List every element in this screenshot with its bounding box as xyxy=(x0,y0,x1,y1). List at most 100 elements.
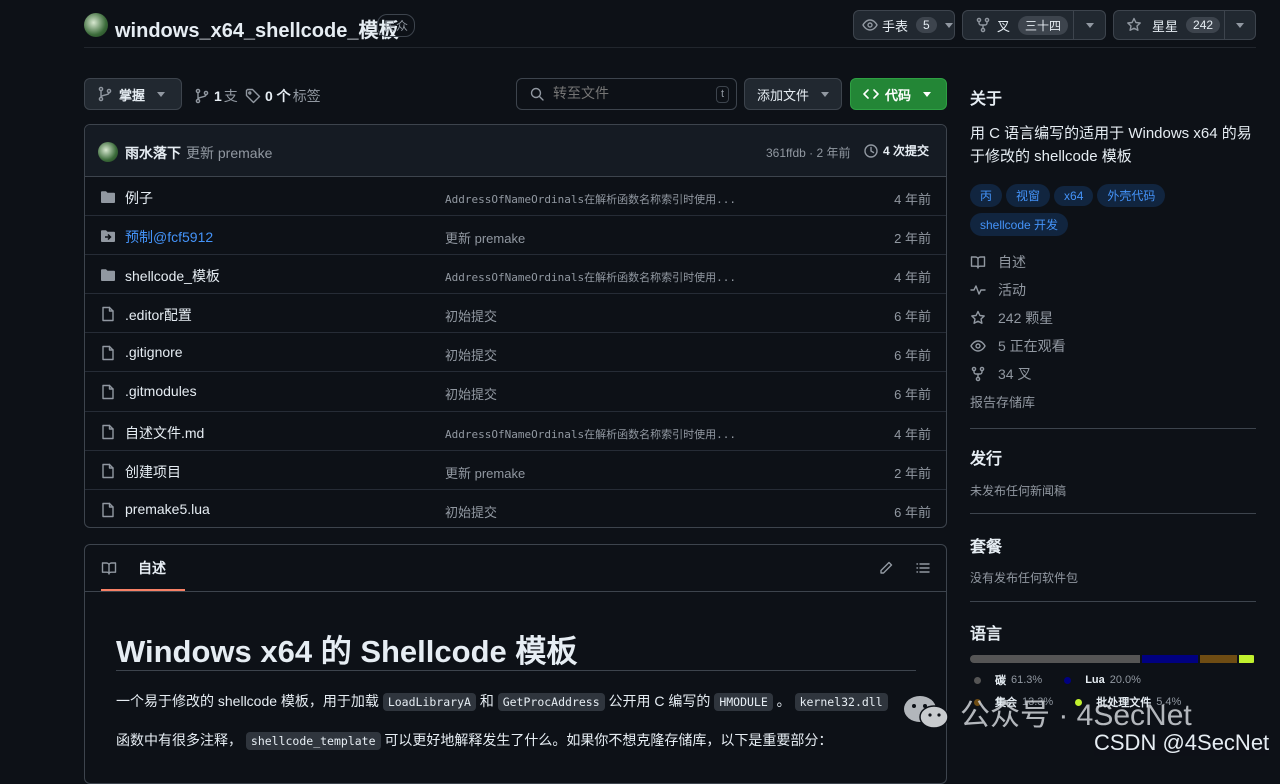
watch-button[interactable]: 手表 5 xyxy=(853,10,955,40)
file-name[interactable]: 自述文件.md xyxy=(125,423,204,443)
commit-hash-time[interactable]: 361ffdb · 2 年前 xyxy=(766,144,851,161)
sidebar-link[interactable]: 自述 xyxy=(970,252,1026,272)
chevron-down-icon xyxy=(944,22,953,28)
topic-tag[interactable]: x64 xyxy=(1054,186,1094,206)
topic-tag[interactable]: 视窗 xyxy=(1006,184,1051,207)
file-commit-message[interactable]: 初始提交 xyxy=(445,502,497,521)
file-row[interactable]: .editor配置 初始提交 6 年前 xyxy=(85,294,946,334)
code-button[interactable]: 代码 xyxy=(850,78,947,110)
file-commit-message[interactable]: 初始提交 xyxy=(445,345,497,364)
commit-message[interactable]: 更新 premake xyxy=(186,143,272,163)
topic-tag[interactable]: shellcode 开发 xyxy=(970,213,1069,236)
file-row[interactable]: shellcode_模板 AddressOfNameOrdinals在解析函数名称… xyxy=(85,255,946,295)
repo-avatar[interactable] xyxy=(84,13,108,37)
code-hmodule: HMODULE xyxy=(714,693,773,711)
file-commit-message[interactable]: AddressOfNameOrdinals在解析函数名称索引时使用... xyxy=(445,191,736,207)
language-percent: 20.0% xyxy=(1109,674,1141,686)
eye-icon xyxy=(970,340,986,352)
branch-selector[interactable]: 掌握 xyxy=(84,78,182,110)
file-row[interactable]: 创建项目 更新 premake 2 年前 xyxy=(85,451,946,490)
add-file-label: 添加文件 xyxy=(757,87,810,103)
branches-link[interactable]: 1 支 xyxy=(194,86,238,106)
branch-icon xyxy=(98,86,112,102)
file-commit-message[interactable]: AddressOfNameOrdinals在解析函数名称索引时使用... xyxy=(445,426,736,442)
eye-icon xyxy=(862,19,878,31)
sidebar-link[interactable]: 242 颗星 xyxy=(970,308,1053,328)
sidebar-link-label: 自述 xyxy=(998,254,1026,270)
file-row[interactable]: 自述文件.md AddressOfNameOrdinals在解析函数名称索引时使用… xyxy=(85,412,946,451)
file-commit-message[interactable]: 初始提交 xyxy=(445,306,497,325)
file-row[interactable]: .gitignore 初始提交 6 年前 xyxy=(85,333,946,373)
file-commit-time: 4 年前 xyxy=(894,192,931,207)
outline-icon[interactable] xyxy=(915,560,931,576)
file-name[interactable]: shellcode_模板 xyxy=(125,266,220,286)
search-input[interactable] xyxy=(551,84,705,102)
fork-icon xyxy=(971,366,985,382)
file-name[interactable]: .gitmodules xyxy=(125,383,197,399)
fork-button[interactable]: 叉 三十四 xyxy=(962,10,1106,40)
file-icon xyxy=(102,385,114,400)
author-avatar[interactable] xyxy=(98,142,118,162)
p1-text-d: 。 xyxy=(776,693,791,709)
sidebar-link[interactable]: 5 正在观看 xyxy=(970,336,1066,356)
sidebar-link[interactable]: 活动 xyxy=(970,280,1026,300)
language-bar-segment xyxy=(1142,655,1199,663)
readme-tab[interactable]: 自述 xyxy=(85,545,185,591)
file-commit-message[interactable]: AddressOfNameOrdinals在解析函数名称索引时使用... xyxy=(445,269,736,285)
file-icon xyxy=(102,307,114,322)
file-name[interactable]: 预制@fcf5912 xyxy=(125,227,213,247)
wechat-watermark-text: 公众号 · 4SecNet xyxy=(960,699,1192,732)
submodule-icon xyxy=(101,230,115,243)
edit-icon[interactable] xyxy=(878,560,894,576)
releases-title[interactable]: 发行 xyxy=(970,445,1002,469)
add-file-button[interactable]: 添加文件 xyxy=(744,78,842,110)
fork-label: 叉 xyxy=(997,18,1011,34)
tags-link[interactable]: 0 个 标签 xyxy=(245,86,321,106)
file-name[interactable]: .gitignore xyxy=(125,344,183,360)
topic-tag[interactable]: 外壳代码 xyxy=(1097,184,1166,207)
commits-link[interactable]: 4 次提交 xyxy=(863,142,929,159)
go-to-file-search[interactable]: t xyxy=(516,78,737,110)
file-name[interactable]: 创建项目 xyxy=(125,462,181,482)
readme-tab-label: 自述 xyxy=(138,560,166,576)
file-row[interactable]: premake5.lua 初始提交 6 年前 xyxy=(85,490,946,527)
chevron-down-icon[interactable] xyxy=(1086,23,1094,28)
star-label: 星星 xyxy=(1152,18,1179,34)
csdn-watermark: CSDN @4SecNet xyxy=(1094,730,1270,756)
file-commit-time: 4 年前 xyxy=(894,270,931,286)
p2-text-b: 可以更好地解释发生了什么。如果你不想克隆存储库，以下是重要部分： xyxy=(384,732,833,748)
language-item[interactable]: 碳 61.3% xyxy=(974,672,1042,688)
language-name: 碳 xyxy=(995,675,1006,687)
file-name[interactable]: 例子 xyxy=(125,188,153,208)
sidebar-link-label: 34 叉 xyxy=(998,366,1032,382)
code-loadlibrary: LoadLibraryA xyxy=(382,693,476,711)
file-commit-message[interactable]: 更新 premake xyxy=(445,463,525,482)
commit-author[interactable]: 雨水落下 xyxy=(125,143,181,163)
sidebar-link[interactable]: 34 叉 xyxy=(970,364,1031,384)
report-repository-link[interactable]: 报告存储库 xyxy=(970,392,1035,411)
fork-icon xyxy=(976,17,990,33)
topic-list: 丙视窗 x64 外壳代码 shellcode 开发 xyxy=(970,184,1260,242)
language-item[interactable]: Lua 20.0% xyxy=(1064,674,1141,686)
topic-tag[interactable]: 丙 xyxy=(970,184,1003,207)
releases-text: 未发布任何新闻稿 xyxy=(970,484,1067,498)
sidebar-link-label: 242 颗星 xyxy=(998,310,1054,326)
folder-icon xyxy=(101,269,115,282)
code-getprocaddress: GetProcAddress xyxy=(497,693,605,711)
file-commit-message[interactable]: 初始提交 xyxy=(445,384,497,403)
file-icon xyxy=(102,346,114,361)
file-row[interactable]: .gitmodules 初始提交 6 年前 xyxy=(85,372,946,412)
file-commit-time: 4 年前 xyxy=(894,426,931,442)
chevron-down-icon[interactable] xyxy=(1236,23,1244,28)
repo-name[interactable]: windows_x64_shellcode_模板 xyxy=(115,14,398,43)
star-button[interactable]: 星星 242 xyxy=(1113,10,1256,40)
file-name[interactable]: .editor配置 xyxy=(125,305,192,325)
book-icon xyxy=(101,562,117,575)
file-row[interactable]: 例子 AddressOfNameOrdinals在解析函数名称索引时使用... 4 … xyxy=(85,177,946,217)
chevron-down-icon xyxy=(923,91,932,97)
file-icon xyxy=(102,463,114,478)
file-name[interactable]: premake5.lua xyxy=(125,501,210,517)
packages-title[interactable]: 套餐 xyxy=(970,533,1002,557)
file-row[interactable]: 预制@fcf5912 更新 premake 2 年前 xyxy=(85,216,946,256)
file-commit-message[interactable]: 更新 premake xyxy=(445,228,525,247)
